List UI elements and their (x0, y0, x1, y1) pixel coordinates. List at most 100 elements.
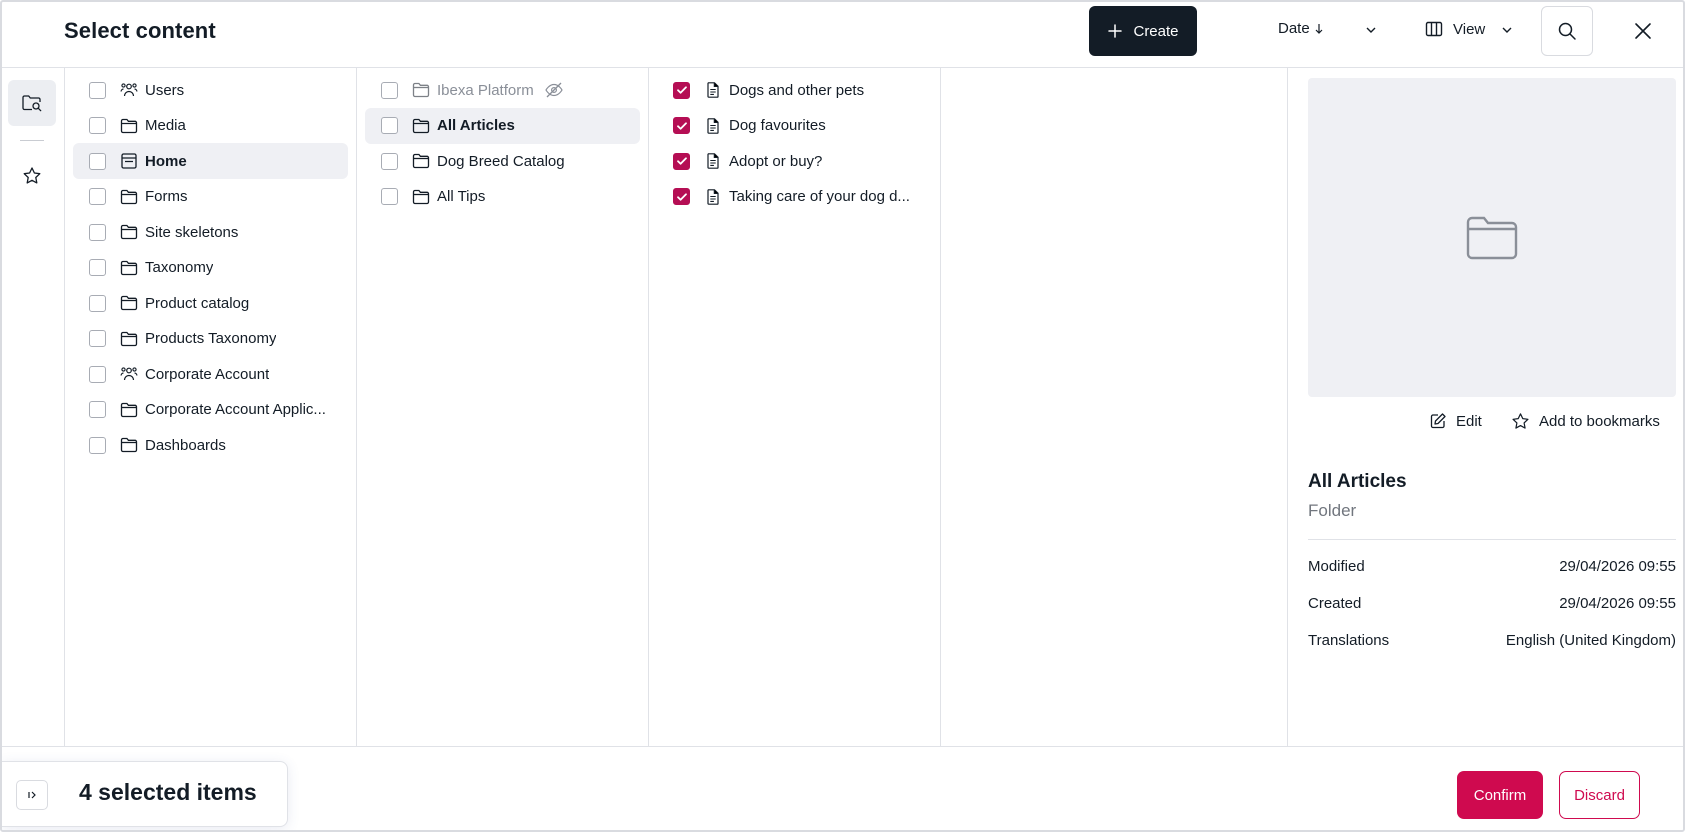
users-icon (120, 81, 138, 99)
view-dropdown[interactable]: View (1425, 20, 1485, 38)
meta-value: 29/04/2026 09:55 (1559, 558, 1676, 575)
folder-icon (120, 294, 138, 312)
article-icon (704, 81, 722, 99)
search-button[interactable] (1541, 6, 1593, 56)
list-item[interactable]: Products Taxonomy (73, 321, 348, 357)
view-label: View (1453, 20, 1486, 38)
folder-icon (412, 81, 430, 99)
folder-icon (412, 152, 430, 170)
item-checkbox[interactable] (89, 152, 106, 170)
folder-icon (120, 259, 138, 277)
add-to-bookmarks-label: Add to bookmarks (1539, 413, 1660, 430)
item-checkbox[interactable] (381, 188, 398, 205)
modal-header: Select content Create Date View (2, 2, 1683, 68)
folder-icon (412, 188, 430, 206)
item-checkbox[interactable] (89, 81, 106, 99)
list-item[interactable]: Taking care of your dog d... (657, 179, 932, 215)
item-label: Products Taxonomy (145, 330, 277, 347)
close-button[interactable] (1630, 18, 1656, 44)
expand-selection-button[interactable] (16, 780, 48, 810)
item-label: Forms (145, 188, 188, 205)
content-picker-modal: Select content Create Date View Users Me… (0, 0, 1685, 832)
confirm-button[interactable]: Confirm (1457, 771, 1543, 819)
article-icon (704, 152, 722, 170)
item-checkbox[interactable] (89, 401, 106, 418)
item-label: Dog favourites (729, 117, 826, 134)
tab-browse[interactable] (8, 80, 56, 126)
article-icon (704, 117, 722, 135)
list-item[interactable]: Home (73, 143, 348, 179)
folder-icon (120, 117, 138, 135)
close-icon (1635, 23, 1651, 39)
item-label: Media (145, 117, 186, 134)
meta-row-created: Created 29/04/2026 09:55 (1308, 595, 1676, 612)
create-button[interactable]: Create (1089, 6, 1197, 56)
item-checkbox[interactable] (89, 259, 106, 276)
list-item[interactable]: Adopt or buy? (657, 143, 932, 179)
landing-page-icon (120, 152, 138, 170)
list-item[interactable]: Product catalog (73, 285, 348, 321)
tab-bookmarks[interactable] (20, 164, 44, 188)
folder-icon (120, 330, 138, 348)
rail-divider (20, 140, 44, 141)
chevron-down-icon[interactable] (1364, 23, 1378, 37)
item-checkbox[interactable] (673, 117, 690, 134)
item-label: Dog Breed Catalog (437, 152, 565, 170)
preview-title: All Articles (1308, 471, 1407, 492)
item-label: Taking care of your dog d... (729, 188, 910, 205)
list-item[interactable]: Dogs and other pets (657, 72, 932, 108)
checkmark-icon (676, 121, 687, 130)
item-checkbox[interactable] (89, 117, 106, 134)
list-item[interactable]: All Articles (365, 107, 640, 144)
item-checkbox[interactable] (89, 365, 106, 383)
item-label: All Articles (437, 117, 515, 134)
edit-button[interactable]: Edit (1429, 412, 1482, 430)
page-title: Select content (64, 18, 216, 43)
list-item[interactable]: Users (73, 72, 348, 108)
list-item[interactable]: Dashboards (73, 427, 348, 463)
list-item[interactable]: Dog favourites (657, 108, 932, 144)
add-to-bookmarks-button[interactable]: Add to bookmarks (1511, 412, 1660, 431)
checkmark-icon (676, 192, 687, 201)
meta-key: Translations (1308, 632, 1390, 649)
chevron-down-icon[interactable] (1500, 23, 1514, 37)
item-checkbox[interactable] (89, 294, 106, 312)
meta-key: Created (1308, 595, 1362, 612)
item-checkbox[interactable] (673, 81, 690, 99)
list-item[interactable]: Corporate Account Applic... (73, 392, 348, 428)
item-checkbox[interactable] (89, 223, 106, 241)
list-item[interactable]: Taxonomy (73, 250, 348, 286)
list-item[interactable]: Dog Breed Catalog (365, 143, 640, 179)
tree-column-4 (941, 68, 1288, 746)
item-checkbox[interactable] (89, 436, 106, 454)
item-checkbox[interactable] (673, 152, 690, 170)
item-checkbox[interactable] (89, 188, 106, 205)
item-label: Corporate Account Applic... (145, 401, 326, 418)
list-item[interactable]: Forms (73, 179, 348, 215)
list-item[interactable]: Ibexa Platform (365, 72, 640, 108)
list-item[interactable]: All Tips (365, 179, 640, 215)
star-icon (23, 167, 41, 184)
list-item[interactable]: Media (73, 108, 348, 144)
item-label: Site skeletons (145, 223, 239, 241)
columns-icon (1425, 21, 1443, 37)
item-label: Ibexa Platform (437, 81, 534, 99)
item-label: Taxonomy (145, 259, 214, 276)
preview-thumbnail (1308, 78, 1676, 397)
plus-icon (1108, 24, 1123, 38)
item-checkbox[interactable] (673, 188, 690, 205)
item-label: Dogs and other pets (729, 81, 865, 99)
preview-divider (1308, 539, 1676, 540)
list-item[interactable]: Corporate Account (73, 356, 348, 392)
star-icon (1512, 413, 1529, 429)
browse-icon (22, 95, 42, 112)
discard-button[interactable]: Discard (1559, 771, 1640, 819)
item-checkbox[interactable] (89, 330, 106, 347)
list-item[interactable]: Site skeletons (73, 214, 348, 250)
meta-value: English (United Kingdom) (1505, 632, 1676, 649)
item-checkbox[interactable] (381, 81, 398, 99)
item-checkbox[interactable] (381, 117, 398, 134)
folder-icon (412, 117, 430, 135)
item-checkbox[interactable] (381, 152, 398, 170)
sort-dropdown[interactable]: Date (1278, 20, 1324, 37)
